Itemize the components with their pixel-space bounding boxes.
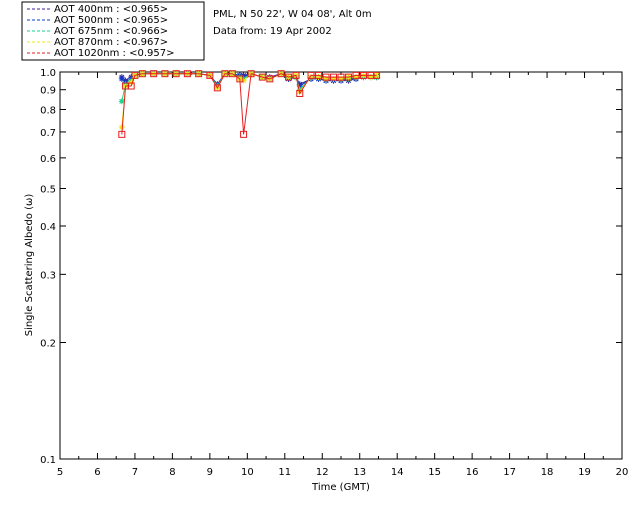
x-axis: 5 6 7 8 9 10 11 12 13 14 15 16 17 18 19 20 <box>57 72 629 478</box>
x-tick-label: 5 <box>57 467 63 478</box>
albedo-chart: AOT 400nm : <0.965>AOT 500nm : <0.965>AO… <box>21 1 629 493</box>
y-tick-label: 0.3 <box>40 270 56 281</box>
y-tick-label: 0.9 <box>40 86 56 97</box>
data-point <box>240 77 247 84</box>
plot-frame <box>59 71 623 460</box>
legend: AOT 400nm : <0.965>AOT 500nm : <0.965>AO… <box>21 1 205 61</box>
x-tick-label: 11 <box>278 467 291 478</box>
x-tick-label: 9 <box>207 467 213 478</box>
y-tick-label: 0.1 <box>40 455 56 466</box>
y-tick-label: 0.6 <box>40 154 56 165</box>
x-tick-label: 17 <box>503 467 516 478</box>
y-tick-label: 0.8 <box>40 106 56 117</box>
x-tick-label: 8 <box>169 467 175 478</box>
x-tick-label: 6 <box>94 467 100 478</box>
series-line <box>121 73 377 135</box>
x-axis-label: Time (GMT) <box>311 482 370 493</box>
x-tick-label: 15 <box>428 467 441 478</box>
y-tick-label: 0.4 <box>40 222 56 233</box>
x-tick-label: 14 <box>391 467 404 478</box>
y-tick-label: 0.5 <box>40 184 56 195</box>
x-tick-label: 19 <box>578 467 591 478</box>
y-axis: 1.0 0.9 0.8 0.7 0.6 0.5 0.4 0.3 0.2 0.1 <box>40 68 622 466</box>
legend-entry: AOT 675nm : <0.966> <box>54 26 168 37</box>
legend-entry: AOT 1020nm : <0.957> <box>54 48 174 59</box>
legend-entry: AOT 400nm : <0.965> <box>54 4 168 15</box>
x-tick-label: 7 <box>132 467 138 478</box>
y-tick-label: 0.2 <box>40 339 56 350</box>
x-tick-label: 20 <box>616 467 629 478</box>
y-tick-label: 0.7 <box>40 128 56 139</box>
y-axis-label: Single Scattering Albedo (ω) <box>24 194 35 337</box>
y-tick-label: 1.0 <box>40 68 56 79</box>
x-tick-label: 18 <box>541 467 554 478</box>
x-tick-label: 10 <box>241 467 254 478</box>
x-tick-label: 13 <box>353 467 366 478</box>
data-date: Data from: 19 Apr 2002 <box>213 26 332 37</box>
legend-entry: AOT 870nm : <0.967> <box>54 37 168 48</box>
legend-entry: AOT 500nm : <0.965> <box>54 15 168 26</box>
x-tick-label: 12 <box>316 467 329 478</box>
x-tick-label: 16 <box>466 467 479 478</box>
site-location: PML, N 50 22', W 04 08', Alt 0m <box>213 9 372 20</box>
series-layer <box>118 70 381 138</box>
series-line <box>121 73 377 128</box>
series-3 <box>118 70 380 131</box>
